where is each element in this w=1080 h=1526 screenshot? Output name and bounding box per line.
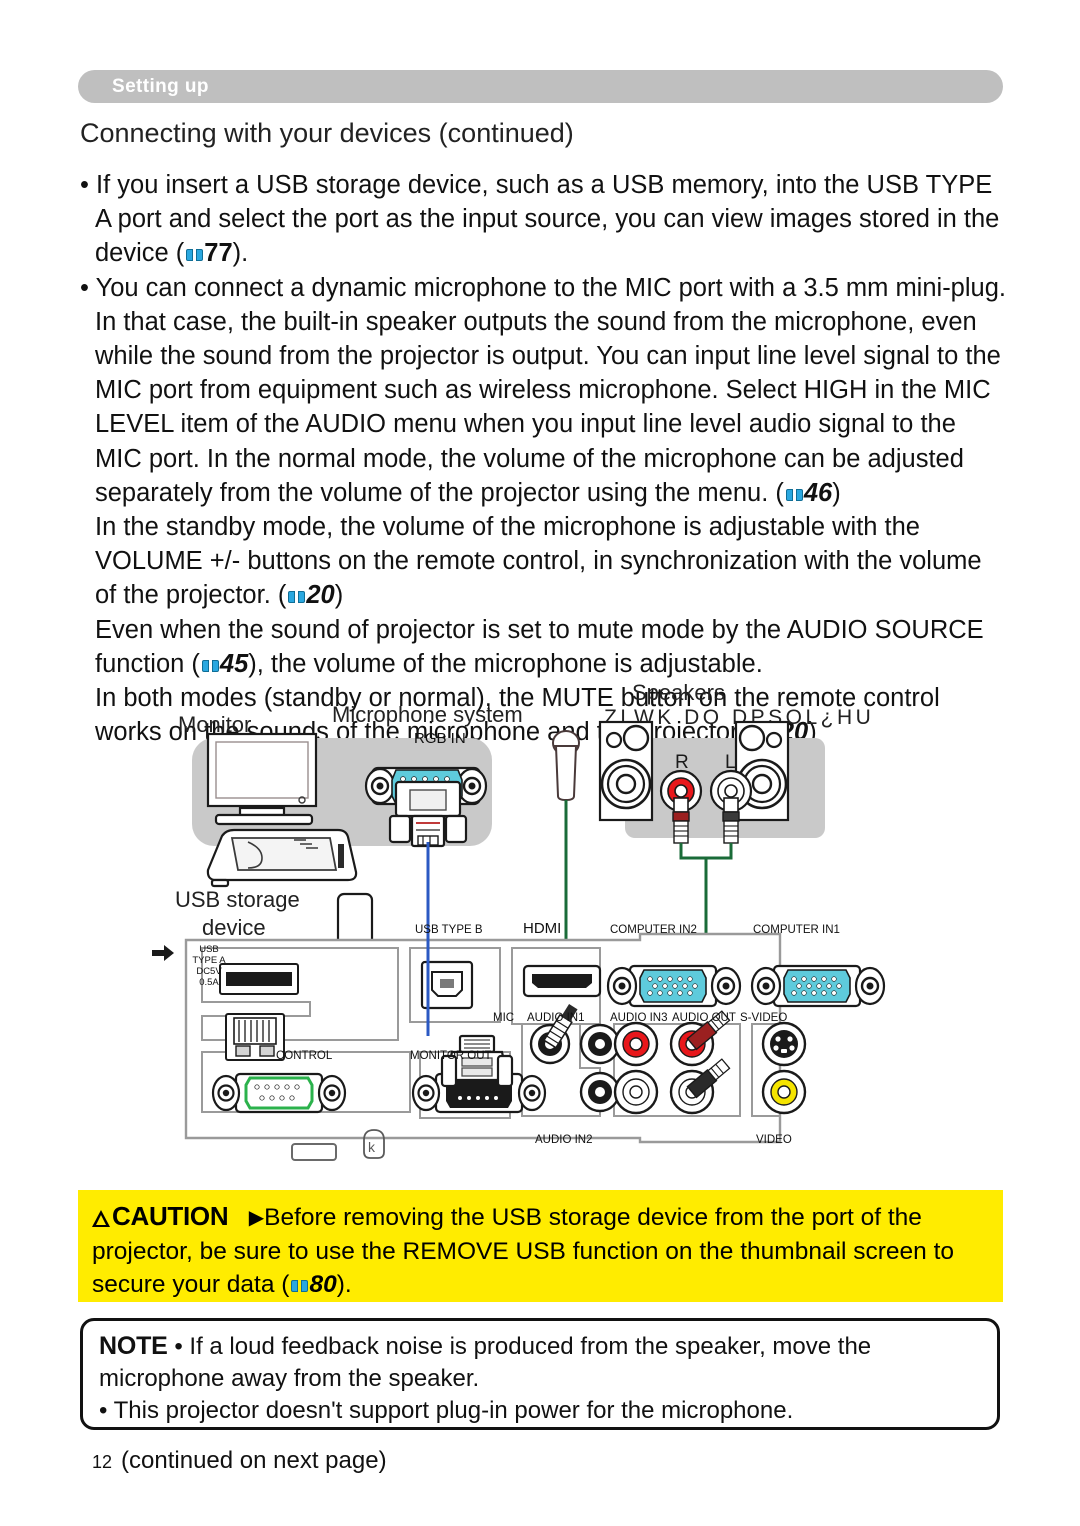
warning-triangle-icon bbox=[92, 1210, 111, 1227]
manual-page: Setting up Connecting with your devices … bbox=[0, 0, 1080, 1526]
svg-text:L: L bbox=[725, 752, 736, 773]
caution-box: CAUTION ▶Before removing the USB storage… bbox=[78, 1190, 1003, 1302]
note-line2: microphone away from the speaker. bbox=[99, 1365, 480, 1392]
bullet-mic-line11: Even when the sound of projector is set … bbox=[95, 615, 984, 644]
svg-text:R: R bbox=[675, 752, 689, 773]
bullet-mic-line6: MIC port. In the normal mode, the volume… bbox=[95, 444, 964, 473]
section-header-label: Setting up bbox=[112, 76, 209, 97]
port-label-control: CONTROL bbox=[276, 1050, 333, 1062]
bullet-mic-line5: LEVEL item of the AUDIO menu when you in… bbox=[95, 410, 956, 439]
usb-type-a-note: USB TYPE A DC5V 0.5A bbox=[192, 944, 226, 988]
arrow-right-icon: ▶ bbox=[248, 1207, 265, 1229]
bullet-item-usb: • If you insert a USB storage device, su… bbox=[80, 171, 993, 199]
svg-text:k: k bbox=[368, 1139, 376, 1155]
port-label-audio-in1: AUDIO IN1 bbox=[527, 1012, 585, 1024]
bullet-mic-line8: In the standby mode, the volume of the m… bbox=[95, 513, 920, 542]
note-line3: • This projector doesn't support plug-in… bbox=[99, 1397, 794, 1424]
caution-text: CAUTION ▶Before removing the USB storage… bbox=[92, 1201, 955, 1298]
caution-line1: Before removing the USB storage device f… bbox=[264, 1204, 922, 1231]
port-label-audio-out: AUDIO OUT bbox=[672, 1012, 736, 1024]
bullet-mic-line2: In that case, the built-in speaker outpu… bbox=[95, 307, 977, 336]
port-label-usb-type-b: USB TYPE B bbox=[415, 924, 483, 936]
body-text: • If you insert a USB storage device, su… bbox=[80, 168, 1028, 749]
port-label-video: VIDEO bbox=[756, 1134, 792, 1146]
caution-label: CAUTION bbox=[112, 1201, 229, 1231]
bullet-mic-line4: MIC port from equipment such as wireless… bbox=[95, 376, 991, 405]
note-text: NOTE • If a loud feedback noise is produ… bbox=[99, 1330, 981, 1427]
bullet-mic-line9: VOLUME +/- buttons on the remote control… bbox=[95, 547, 982, 576]
port-label-audio-in3: AUDIO IN3 bbox=[610, 1012, 668, 1024]
bullet-usb-line2: A port and select the port as the input … bbox=[95, 205, 1000, 234]
note-line1: • If a loud feedback noise is produced f… bbox=[174, 1333, 872, 1360]
page-number: 12 bbox=[92, 1452, 113, 1472]
book-icon bbox=[291, 1279, 309, 1294]
caution-line2: projector, be sure to use the REMOVE USB… bbox=[92, 1238, 955, 1265]
section-header-bar bbox=[78, 70, 1003, 103]
port-label-s-video: S-VIDEO bbox=[740, 1012, 788, 1024]
connection-diagram: Monitor Microphone system Speakers ZLWK … bbox=[80, 672, 1010, 1172]
caution-line3-post: ). bbox=[336, 1271, 352, 1298]
continued-label: (continued on next page) bbox=[121, 1447, 387, 1474]
book-icon bbox=[288, 590, 306, 605]
book-icon bbox=[785, 488, 803, 503]
bullet-mic-line7: separately from the volume of the projec… bbox=[95, 478, 841, 507]
port-label-rgb-in: RGB IN bbox=[414, 730, 466, 747]
port-label-mic: MIC bbox=[493, 1012, 515, 1024]
page-title: Connecting with your devices (continued) bbox=[80, 118, 574, 148]
caution-line3-pre: secure your data ( bbox=[92, 1271, 290, 1298]
bullet-usb-line3: device (77). bbox=[95, 239, 249, 268]
page-footer: 12 (continued on next page) bbox=[92, 1447, 387, 1475]
bullet-mic-line3: while the sound from the projector is ou… bbox=[95, 342, 1001, 371]
port-label-hdmi: HDMI bbox=[523, 920, 562, 937]
note-label: NOTE bbox=[99, 1332, 168, 1360]
port-label-computer-in1: COMPUTER IN1 bbox=[753, 924, 840, 936]
bullet-mic-line10: of the projector. (20) bbox=[95, 581, 344, 610]
book-icon bbox=[186, 248, 204, 263]
port-label-computer-in2: COMPUTER IN2 bbox=[610, 924, 697, 936]
port-label-monitor-out: MONITOR OUT bbox=[410, 1050, 492, 1062]
note-box: NOTE • If a loud feedback noise is produ… bbox=[80, 1318, 1000, 1430]
bullet-item-mic: • You can connect a dynamic microphone t… bbox=[80, 273, 1006, 302]
port-label-audio-in2: AUDIO IN2 bbox=[535, 1134, 593, 1146]
